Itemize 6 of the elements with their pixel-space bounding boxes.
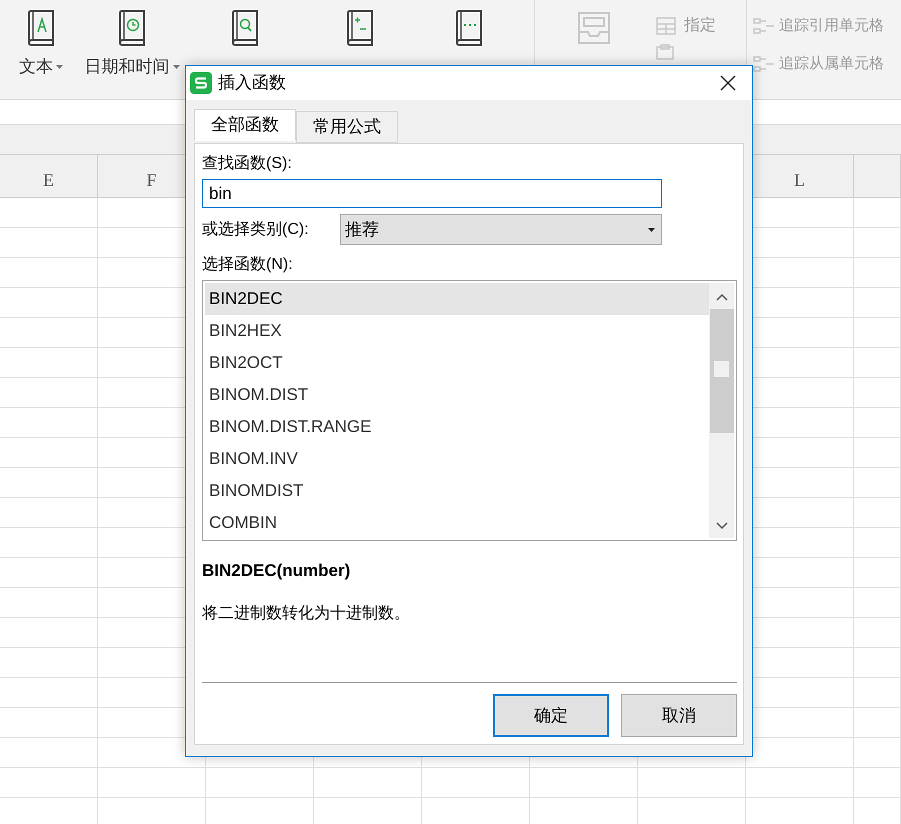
function-signature: BIN2DEC(number) [202, 560, 352, 582]
field-label: 或选择类别(C): [202, 220, 310, 240]
function-description: 将二进制数转化为十进制数。 [202, 604, 411, 624]
field-label: 查找函数(S): [202, 154, 293, 174]
dialog-title: 插入函数 [218, 72, 286, 94]
field-label: 选择函数(N): [202, 254, 294, 275]
